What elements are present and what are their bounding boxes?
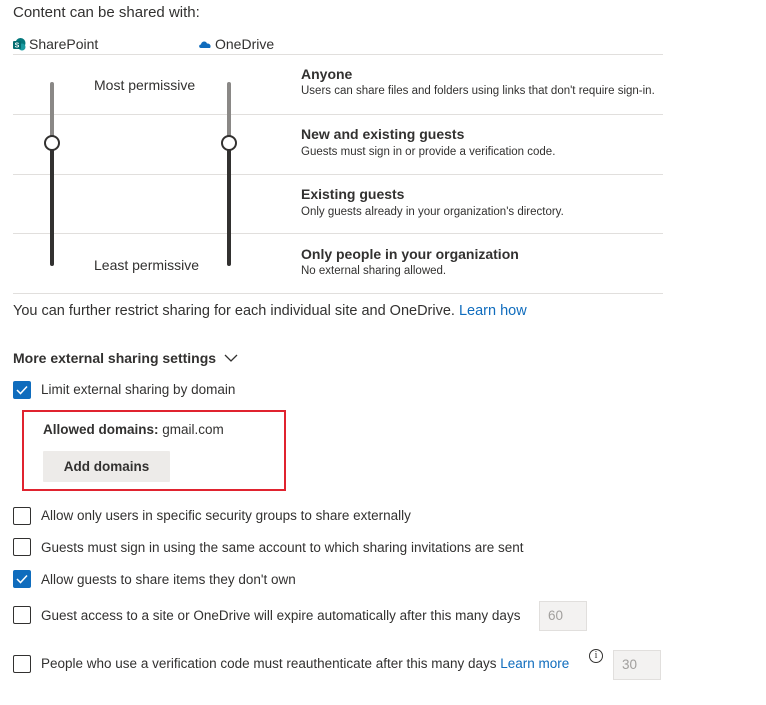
slider-track-upper [50, 82, 54, 142]
option-org-only-desc: No external sharing allowed. [301, 265, 447, 277]
option-anyone-desc: Users can share files and folders using … [301, 85, 655, 97]
onedrive-slider-thumb[interactable] [221, 135, 237, 151]
onedrive-label: OneDrive [215, 36, 275, 52]
allowed-domains-label: Allowed domains: [43, 422, 159, 437]
info-icon[interactable]: i [589, 649, 603, 663]
onedrive-column-header: OneDrive [198, 36, 274, 52]
checkmark-icon [16, 385, 28, 395]
option-existing-guests-title: Existing guests [301, 186, 405, 202]
more-settings-label: More external sharing settings [13, 350, 217, 366]
security-groups-checkbox[interactable] [13, 507, 31, 525]
slider-track-upper [227, 82, 231, 142]
same-account-checkbox[interactable] [13, 538, 31, 556]
guest-expire-days-input[interactable]: 60 [539, 601, 587, 631]
section-heading: Content can be shared with: [13, 4, 200, 21]
guest-expire-checkbox[interactable] [13, 606, 31, 624]
option-anyone-title: Anyone [301, 66, 353, 82]
option-existing-guests-desc: Only guests already in your organization… [301, 206, 564, 218]
allowed-domains-value: gmail.com [162, 422, 224, 437]
onedrive-icon [199, 41, 211, 48]
option-new-existing-guests-desc: Guests must sign in or provide a verific… [301, 146, 556, 158]
sharepoint-column-header: S SharePoint [13, 36, 98, 52]
checkmark-icon [16, 574, 28, 584]
reauth-row: People who use a verification code must … [41, 656, 569, 671]
add-domains-button[interactable]: Add domains [43, 451, 170, 482]
security-groups-label: Allow only users in specific security gr… [41, 508, 411, 523]
guests-share-label: Allow guests to share items they don't o… [41, 572, 296, 587]
divider [13, 174, 663, 175]
least-permissive-label: Least permissive [94, 257, 200, 273]
learn-how-link[interactable]: Learn how [459, 303, 527, 319]
sharepoint-sharing-slider[interactable] [44, 82, 62, 268]
reauth-checkbox[interactable] [13, 655, 31, 673]
divider [13, 233, 663, 234]
same-account-label: Guests must sign in using the same accou… [41, 540, 524, 555]
sharepoint-slider-thumb[interactable] [44, 135, 60, 151]
option-new-existing-guests-title: New and existing guests [301, 126, 465, 142]
reauth-label: People who use a verification code must … [41, 656, 497, 671]
onedrive-sharing-slider[interactable] [221, 82, 239, 268]
chevron-down-icon [224, 354, 238, 362]
divider [13, 54, 663, 55]
most-permissive-label: Most permissive [94, 77, 196, 93]
allowed-domains-row: Allowed domains: gmail.com [43, 422, 224, 437]
svg-text:S: S [15, 42, 20, 49]
slider-track-lower [227, 142, 231, 266]
divider [13, 293, 663, 294]
guests-share-checkbox[interactable] [13, 570, 31, 588]
divider [13, 114, 663, 115]
restrict-text: You can further restrict sharing for eac… [13, 303, 455, 319]
limit-domain-checkbox[interactable] [13, 381, 31, 399]
more-sharing-settings-toggle[interactable]: More external sharing settings [13, 350, 238, 366]
guest-expire-label: Guest access to a site or OneDrive will … [41, 608, 521, 623]
reauth-days-input[interactable]: 30 [613, 650, 661, 680]
restrict-sharing-note: You can further restrict sharing for eac… [13, 303, 527, 319]
option-org-only-title: Only people in your organization [301, 246, 519, 262]
sharepoint-label: SharePoint [29, 36, 99, 52]
sharepoint-icon: S [13, 37, 26, 50]
learn-more-link[interactable]: Learn more [500, 656, 569, 671]
slider-track-lower [50, 142, 54, 266]
limit-domain-label: Limit external sharing by domain [41, 382, 236, 397]
